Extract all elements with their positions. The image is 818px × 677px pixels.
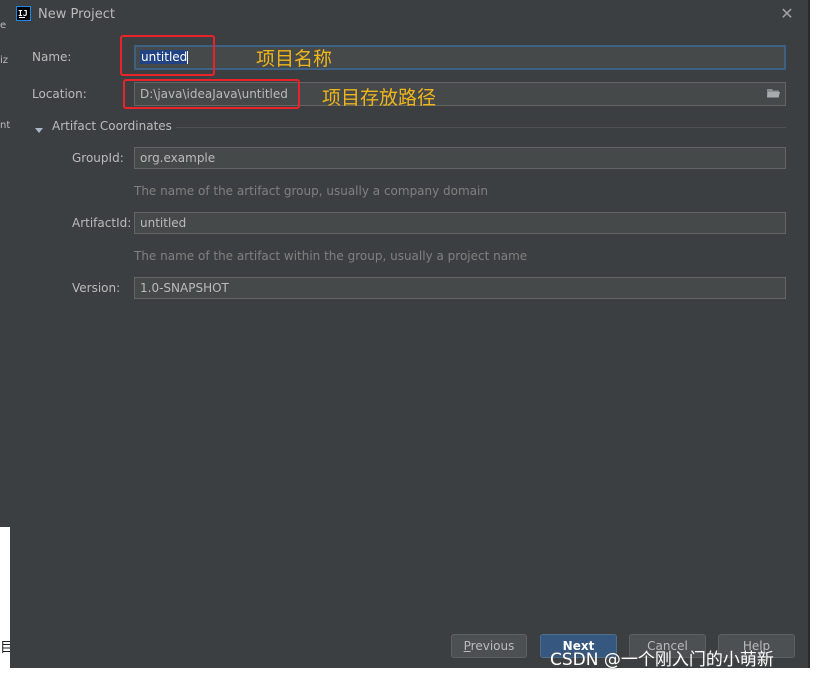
- location-annotation: 项目存放路径: [322, 87, 437, 109]
- groupid-hint: The name of the artifact group, usually …: [134, 184, 488, 198]
- intellij-icon: IJ: [16, 6, 31, 21]
- background-text: nt: [0, 120, 10, 131]
- location-highlight-box: [123, 79, 300, 109]
- background-text: iz: [0, 55, 9, 66]
- name-annotation: 项目名称: [256, 48, 333, 70]
- artifactid-input[interactable]: untitled: [134, 212, 786, 234]
- previous-mnemonic: P: [463, 639, 471, 653]
- folder-icon[interactable]: [767, 88, 780, 98]
- artifact-section-title[interactable]: Artifact Coordinates: [52, 119, 172, 133]
- background-text: 目: [0, 640, 10, 656]
- groupid-input[interactable]: org.example: [134, 147, 786, 169]
- previous-button[interactable]: Previous: [451, 634, 527, 658]
- background-document: 目: [0, 527, 10, 677]
- section-divider: [176, 127, 786, 128]
- previous-label: revious: [470, 639, 515, 653]
- dialog-title: New Project: [38, 7, 115, 22]
- version-label: Version:: [72, 281, 121, 295]
- name-highlight-box: [120, 35, 215, 76]
- background-text: e: [0, 20, 7, 31]
- name-label: Name:: [32, 50, 72, 64]
- name-input[interactable]: untitled: [134, 45, 786, 70]
- close-icon[interactable]: ✕: [777, 4, 797, 24]
- title-bar: IJ New Project ✕: [10, 0, 808, 30]
- artifactid-hint: The name of the artifact within the grou…: [134, 249, 528, 263]
- section-expand-icon[interactable]: [33, 121, 45, 133]
- version-input[interactable]: 1.0-SNAPSHOT: [134, 277, 786, 299]
- artifactid-label: ArtifactId:: [72, 216, 132, 230]
- location-label: Location:: [32, 87, 87, 101]
- groupid-label: GroupId:: [72, 151, 124, 165]
- watermark: CSDN @一个刚入门的小萌新: [550, 650, 774, 670]
